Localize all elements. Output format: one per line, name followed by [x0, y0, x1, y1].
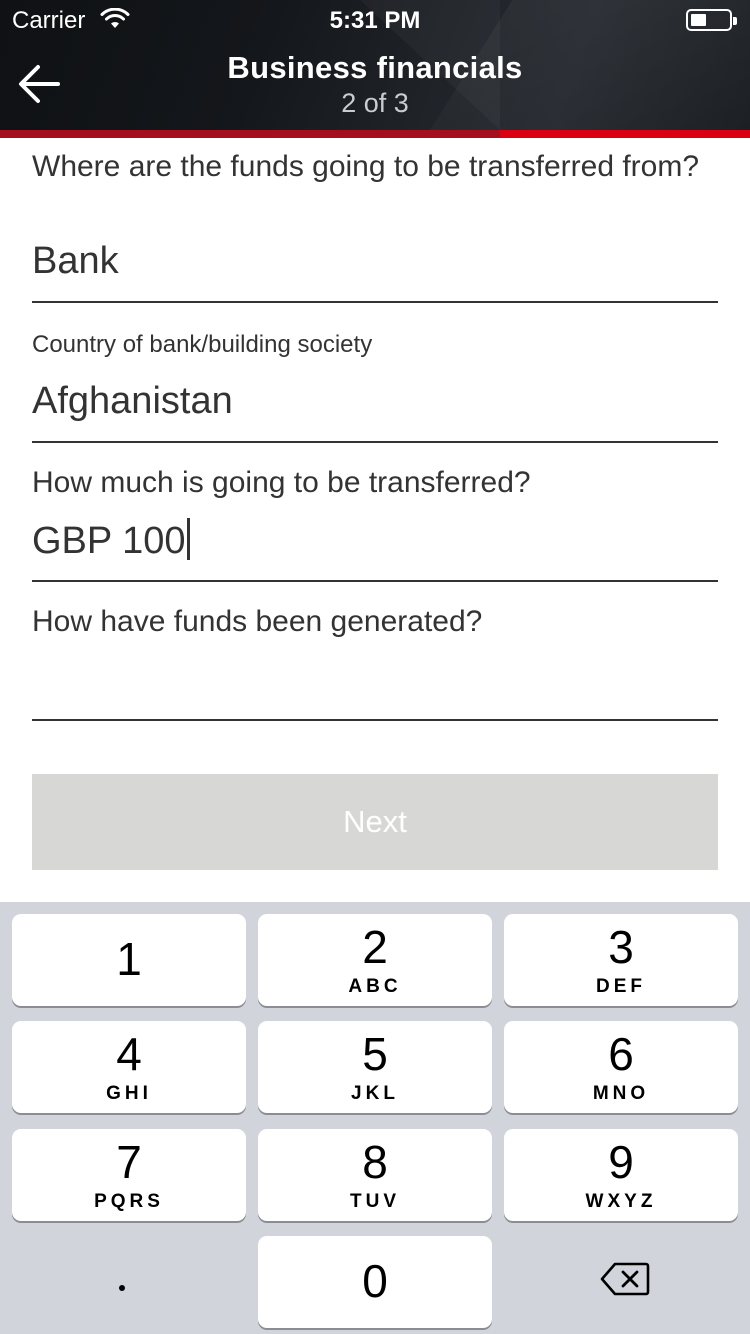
backspace-icon[interactable] — [600, 1262, 650, 1296]
key-6[interactable]: 6 MNO — [504, 1021, 738, 1113]
status-bar: Carrier 5:31 PM — [0, 0, 750, 40]
country-underline — [32, 441, 718, 443]
key-decimal[interactable] — [12, 1236, 246, 1328]
key-9[interactable]: 9 WXYZ — [504, 1129, 738, 1221]
source-underline — [32, 301, 718, 303]
key-1[interactable]: 1 — [12, 914, 246, 1006]
page-title: Business financials — [227, 50, 523, 85]
key-4[interactable]: 4 GHI — [12, 1021, 246, 1113]
source-value[interactable]: Bank — [32, 240, 718, 283]
key-5[interactable]: 5 JKL — [258, 1021, 492, 1113]
progress-bar-fill — [0, 130, 500, 138]
source-label: Where are the funds going to be transfer… — [32, 150, 700, 183]
key-8[interactable]: 8 TUV — [258, 1129, 492, 1221]
next-button[interactable]: Next — [32, 774, 718, 870]
generated-underline — [32, 719, 718, 721]
amount-value: GBP 100 — [32, 520, 186, 562]
decimal-point — [119, 1285, 125, 1291]
amount-underline — [32, 580, 718, 582]
text-caret — [186, 518, 190, 560]
key-2[interactable]: 2 ABC — [258, 914, 492, 1006]
amount-label: How much is going to be transferred? — [32, 466, 531, 499]
country-value[interactable]: Afghanistan — [32, 380, 718, 423]
amount-input[interactable]: GBP 100 — [32, 518, 718, 563]
status-time: 5:31 PM — [329, 7, 421, 34]
key-0[interactable]: 0 — [258, 1236, 492, 1328]
battery-icon — [686, 9, 737, 31]
key-7[interactable]: 7 PQRS — [12, 1129, 246, 1221]
source-field[interactable]: Where are the funds going to be transfer… — [32, 148, 718, 186]
country-label: Country of bank/building society — [32, 331, 373, 358]
step-indicator: 2 of 3 — [341, 88, 409, 118]
app-header: Carrier 5:31 PM Business financials 2 of… — [0, 0, 750, 130]
progress-bar — [0, 130, 750, 138]
generated-label: How have funds been generated? — [32, 605, 483, 638]
key-3[interactable]: 3 DEF — [504, 914, 738, 1006]
generated-input[interactable] — [32, 660, 718, 710]
